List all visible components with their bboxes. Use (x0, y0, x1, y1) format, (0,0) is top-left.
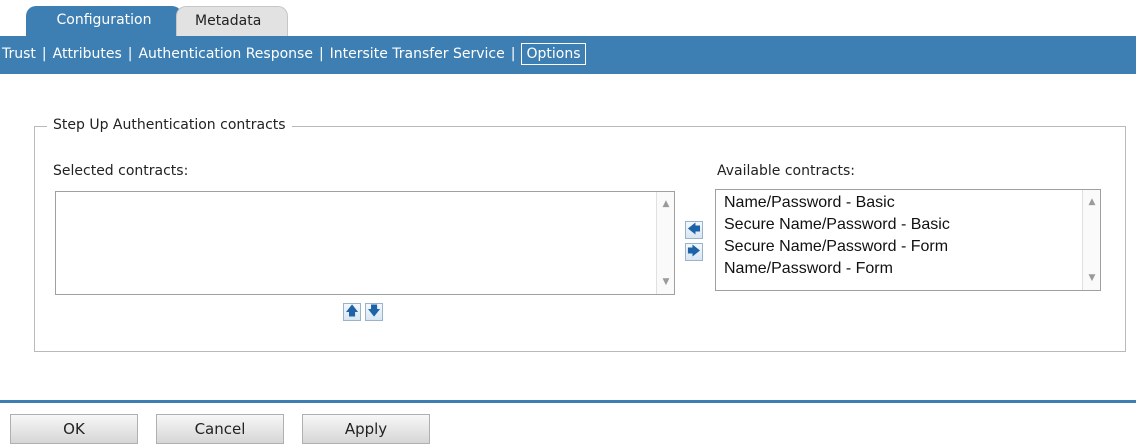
arrow-down-icon: 🡇 (367, 304, 381, 319)
arrow-right-icon: 🡆 (687, 244, 701, 259)
selected-contracts-label: Selected contracts: (53, 163, 189, 179)
group-legend: Step Up Authentication contracts (47, 117, 292, 133)
move-left-button[interactable]: 🡄 (685, 221, 703, 239)
tab-bar: Configuration Metadata (0, 0, 1136, 36)
selected-contracts-list[interactable]: ▲ ▼ (55, 191, 675, 295)
nav-link-options[interactable]: Options (521, 43, 586, 65)
cancel-button[interactable]: Cancel (156, 414, 284, 444)
nav-separator: | (127, 46, 133, 62)
scroll-down-icon[interactable]: ▼ (660, 276, 672, 288)
footer-divider (0, 400, 1136, 403)
scroll-down-icon[interactable]: ▼ (1086, 272, 1098, 284)
step-up-contracts-group: Step Up Authentication contracts Selecte… (34, 117, 1126, 352)
list-item[interactable]: Name/Password - Basic (724, 194, 895, 212)
scroll-up-icon[interactable]: ▲ (1086, 196, 1098, 208)
available-contracts-label: Available contracts: (717, 163, 855, 179)
move-right-button[interactable]: 🡆 (685, 243, 703, 261)
list-item[interactable]: Secure Name/Password - Form (724, 238, 948, 256)
available-contracts-list[interactable]: Name/Password - Basic Secure Name/Passwo… (715, 189, 1101, 291)
nav-link-attributes[interactable]: Attributes (53, 46, 122, 62)
tab-metadata[interactable]: Metadata (176, 6, 288, 36)
scroll-up-icon[interactable]: ▲ (660, 198, 672, 210)
available-list-scrollbar[interactable]: ▲ ▼ (1082, 190, 1100, 290)
nav-link-trust[interactable]: Trust (2, 46, 36, 62)
move-down-button[interactable]: 🡇 (365, 303, 383, 321)
selected-list-scrollbar[interactable]: ▲ ▼ (656, 192, 674, 294)
apply-button[interactable]: Apply (302, 414, 430, 444)
sub-navigation: Trust | Attributes | Authentication Response… (0, 36, 1136, 74)
arrow-up-icon: 🡅 (345, 304, 359, 319)
list-item[interactable]: Secure Name/Password - Basic (724, 216, 950, 234)
nav-link-intersite-transfer-service[interactable]: Intersite Transfer Service (330, 46, 505, 62)
arrow-left-icon: 🡄 (687, 222, 701, 237)
nav-separator: | (510, 46, 516, 62)
list-item[interactable]: Name/Password - Form (724, 260, 893, 278)
ok-button[interactable]: OK (10, 414, 138, 444)
nav-separator: | (318, 46, 324, 62)
nav-separator: | (41, 46, 47, 62)
tab-configuration[interactable]: Configuration (26, 6, 182, 36)
nav-link-authentication-response[interactable]: Authentication Response (138, 46, 312, 62)
move-up-button[interactable]: 🡅 (343, 303, 361, 321)
